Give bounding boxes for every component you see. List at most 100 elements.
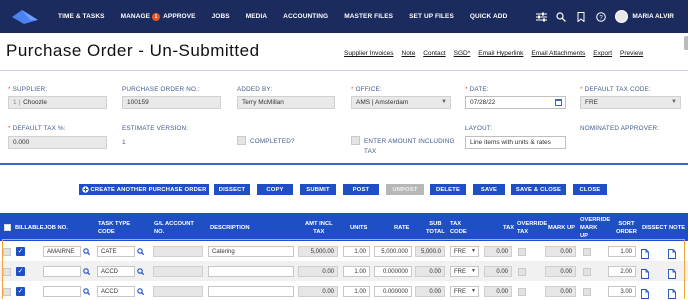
link-preview[interactable]: Preview xyxy=(620,50,643,57)
rate-input[interactable]: 0.000000 xyxy=(374,286,412,297)
note-doc-icon[interactable] xyxy=(668,266,676,279)
row-select-checkbox[interactable] xyxy=(3,288,11,296)
tax-code-select[interactable]: FRE ▼ xyxy=(450,266,479,277)
save-close-button[interactable]: SAVE & CLOSE xyxy=(511,184,566,195)
billable-checkbox[interactable]: ✓ xyxy=(16,267,25,276)
link-email-hyperlink[interactable]: Email Hyperlink xyxy=(478,50,523,57)
billable-checkbox[interactable]: ✓ xyxy=(16,247,25,256)
save-button[interactable]: SAVE xyxy=(473,184,505,195)
help-icon[interactable]: ? xyxy=(594,10,608,24)
row-select-checkbox[interactable] xyxy=(3,268,11,276)
completed-checkbox[interactable] xyxy=(237,136,246,145)
col-job-no[interactable]: JOB NO. xyxy=(44,224,68,232)
nav-item-quick-add[interactable]: QUICK ADD xyxy=(462,0,516,33)
col-billable[interactable]: BILLABLE xyxy=(15,224,44,232)
col-override-mark-up[interactable]: OVERRIDE MARK UP xyxy=(580,216,610,240)
job-no-input[interactable] xyxy=(43,266,81,277)
dissect-doc-icon[interactable] xyxy=(641,286,649,299)
nav-item-media[interactable]: MEDIA xyxy=(238,0,275,33)
calendar-icon[interactable] xyxy=(555,99,562,106)
col-sub-total[interactable]: SUB TOTAL xyxy=(426,220,445,236)
col-tax[interactable]: TAX xyxy=(503,224,514,232)
col-gl-account[interactable]: G/L ACCOUNT NO. xyxy=(154,220,194,236)
date-field[interactable]: 07/28/22 xyxy=(465,96,566,109)
link-email-attachments[interactable]: Email Attachments xyxy=(531,50,585,57)
search-icon[interactable] xyxy=(136,266,145,276)
override-mark-up-checkbox[interactable] xyxy=(583,288,591,296)
dissect-doc-icon[interactable] xyxy=(641,266,649,279)
col-task-type[interactable]: TASK TYPE CODE xyxy=(98,220,130,236)
col-sort-order[interactable]: SORT ORDER xyxy=(616,220,637,236)
link-currency[interactable]: SGD* xyxy=(454,50,471,57)
note-doc-icon[interactable] xyxy=(668,286,676,299)
search-icon[interactable] xyxy=(82,246,91,256)
unpost-button[interactable]: UNPOST xyxy=(386,184,424,195)
office-select[interactable]: AMS | Amsterdam ▼ xyxy=(351,96,451,109)
select-all-checkbox[interactable] xyxy=(4,224,11,231)
col-description[interactable]: DESCRIPTION xyxy=(210,224,250,232)
nav-item-manage[interactable]: MANAGE 1 APPROVE xyxy=(113,0,204,33)
rate-input[interactable]: 0.000000 xyxy=(374,266,412,277)
link-supplier-invoices[interactable]: Supplier Invoices xyxy=(344,50,394,57)
side-panel-handle[interactable] xyxy=(684,36,688,50)
nav-item-time-tasks[interactable]: TIME & TASKS xyxy=(50,0,113,33)
link-export[interactable]: Export xyxy=(593,50,612,57)
link-note[interactable]: Note xyxy=(402,50,416,57)
layout-select[interactable]: Line items with units & rates xyxy=(465,136,566,149)
rate-input[interactable]: 5,000.000 xyxy=(374,246,412,257)
description-input[interactable] xyxy=(208,286,294,297)
amt-incl-tax-input[interactable]: 0.00 xyxy=(298,286,338,297)
col-mark-up[interactable]: MARK UP xyxy=(548,224,575,232)
search-icon[interactable] xyxy=(82,266,91,276)
sort-order-input[interactable]: 1.00 xyxy=(608,246,636,257)
row-select-checkbox[interactable] xyxy=(3,248,11,256)
enter-amount-incl-tax-checkbox[interactable] xyxy=(351,136,360,145)
units-input[interactable]: 1.00 xyxy=(343,246,370,257)
bookmark-icon[interactable] xyxy=(574,10,588,24)
col-dissect[interactable]: DISSECT xyxy=(642,224,667,232)
nav-item-accounting[interactable]: ACCOUNTING xyxy=(275,0,336,33)
amt-incl-tax-input[interactable]: 5,000.00 xyxy=(298,246,338,257)
copy-button[interactable]: COPY xyxy=(257,184,293,195)
description-input[interactable]: Catering xyxy=(208,246,294,257)
col-amt-incl-tax[interactable]: AMT INCL TAX xyxy=(305,220,333,236)
task-type-input[interactable]: ACCD xyxy=(97,266,135,277)
nav-item-jobs[interactable]: JOBS xyxy=(204,0,238,33)
mark-up-input[interactable]: 0.00 xyxy=(545,286,576,297)
mark-up-input[interactable]: 0.00 xyxy=(545,246,576,257)
post-button[interactable]: POST xyxy=(343,184,379,195)
override-tax-checkbox[interactable] xyxy=(518,268,526,276)
sliders-icon[interactable] xyxy=(534,10,548,24)
nav-item-master-files[interactable]: MASTER FILES xyxy=(336,0,401,33)
mark-up-input[interactable]: 0.00 xyxy=(545,266,576,277)
task-type-input[interactable]: ACCD xyxy=(97,286,135,297)
search-icon[interactable] xyxy=(554,10,568,24)
dissect-doc-icon[interactable] xyxy=(641,246,649,259)
units-input[interactable]: 1.00 xyxy=(343,266,370,277)
tax-code-select[interactable]: FRE ▼ xyxy=(450,246,479,257)
override-tax-checkbox[interactable] xyxy=(518,248,526,256)
search-icon[interactable] xyxy=(82,286,91,296)
job-no-input[interactable] xyxy=(43,286,81,297)
nav-item-approve-label[interactable]: APPROVE xyxy=(163,13,196,20)
close-button[interactable]: CLOSE xyxy=(573,184,607,195)
col-tax-code[interactable]: TAX CODE xyxy=(450,220,467,236)
user-name[interactable]: MARIA ALVIR xyxy=(632,13,674,20)
create-another-po-button[interactable]: CREATE ANOTHER PURCHASE ORDER xyxy=(79,184,209,195)
override-mark-up-checkbox[interactable] xyxy=(583,268,591,276)
tax-code-select[interactable]: FRE ▼ xyxy=(450,286,479,297)
delete-button[interactable]: DELETE xyxy=(430,184,466,195)
logo-icon[interactable] xyxy=(0,0,50,33)
dissect-button[interactable]: DISSECT xyxy=(214,184,250,195)
sort-order-input[interactable]: 2.00 xyxy=(608,266,636,277)
nav-item-set-up-files[interactable]: SET UP FILES xyxy=(401,0,462,33)
col-rate[interactable]: RATE xyxy=(394,224,409,232)
col-override-tax[interactable]: OVERRIDE TAX xyxy=(517,220,547,236)
override-mark-up-checkbox[interactable] xyxy=(583,248,591,256)
default-tax-pct-field[interactable]: 0.000 xyxy=(8,136,107,149)
sort-order-input[interactable]: 3.00 xyxy=(608,286,636,297)
link-contact[interactable]: Contact xyxy=(423,50,445,57)
col-units[interactable]: UNITS xyxy=(350,224,367,232)
supplier-field[interactable]: 1 | Choozle xyxy=(8,96,107,109)
units-input[interactable]: 1.00 xyxy=(343,286,370,297)
